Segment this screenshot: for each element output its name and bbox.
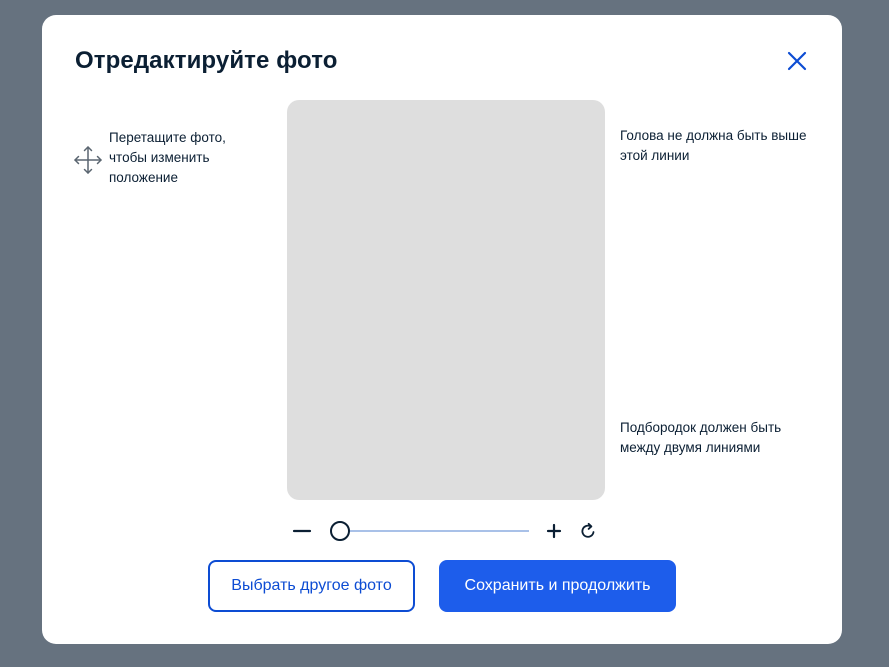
zoom-out-icon	[292, 529, 312, 533]
photo-edit-dialog: Отредактируйте фото Перетащите фото, что…	[42, 15, 842, 644]
move-icon	[74, 146, 102, 174]
dialog-title: Отредактируйте фото	[75, 47, 338, 74]
rotate-icon	[581, 522, 595, 538]
rotate-button[interactable]	[578, 521, 598, 541]
save-and-continue-button[interactable]: Сохранить и продолжить	[439, 560, 676, 612]
drag-hint: Перетащите фото, чтобы изменить положени…	[72, 128, 272, 198]
chin-line-hint: Подбородок должен быть между двумя линия…	[620, 420, 782, 455]
zoom-control	[292, 518, 602, 544]
zoom-slider-track[interactable]	[340, 530, 529, 532]
zoom-out-button[interactable]	[292, 522, 312, 540]
head-line-hint: Голова не должна быть выше этой линии	[620, 128, 807, 163]
zoom-in-button[interactable]	[544, 521, 564, 541]
close-icon	[787, 51, 807, 71]
choose-other-photo-button[interactable]: Выбрать другое фото	[208, 560, 415, 612]
drag-hint-text: Перетащите фото, чтобы изменить положени…	[109, 130, 226, 185]
zoom-slider-thumb[interactable]	[330, 521, 350, 541]
photo-crop-area[interactable]	[287, 100, 605, 500]
zoom-in-icon	[546, 523, 562, 539]
close-button[interactable]	[784, 48, 810, 74]
